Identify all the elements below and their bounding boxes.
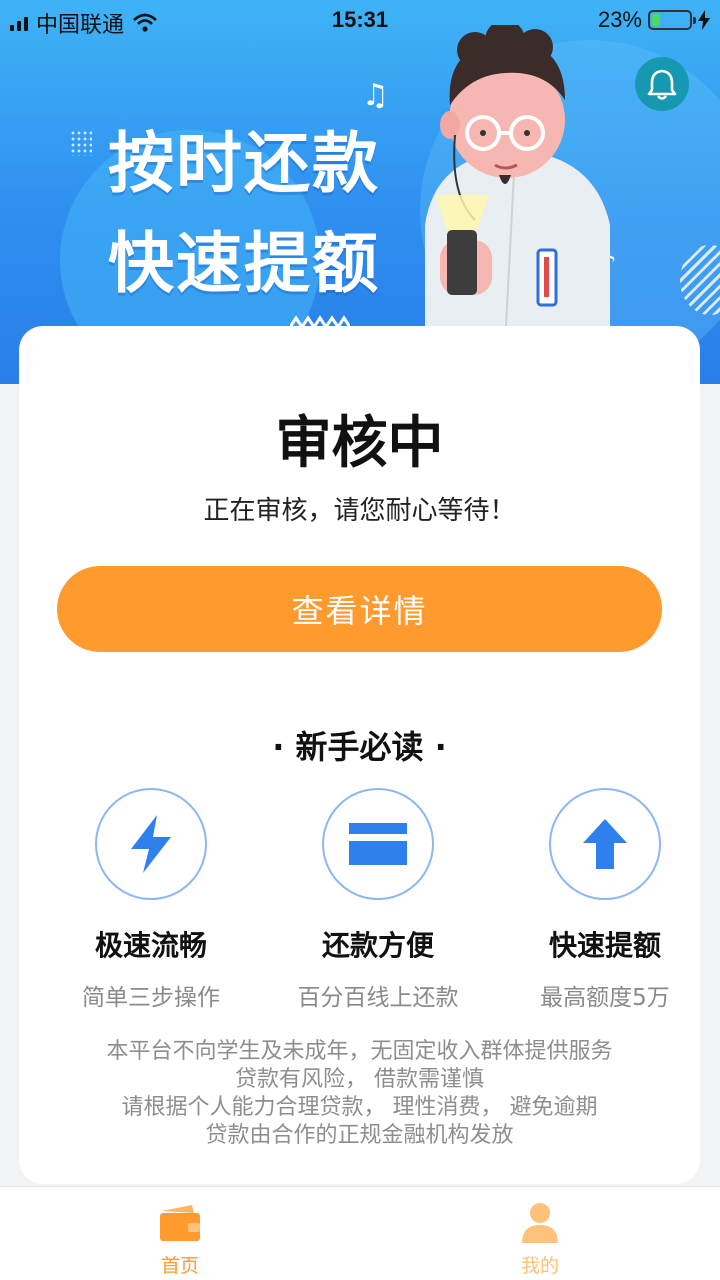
feature-icon-circle: [322, 788, 434, 900]
banner-dot-pattern: [70, 130, 92, 156]
music-note-icon: ♫: [362, 78, 389, 113]
view-details-button[interactable]: 查看详情: [57, 566, 662, 652]
wallet-icon: [160, 1205, 200, 1241]
review-status-title: 审核中: [275, 411, 444, 476]
feature-title: 极速流畅: [94, 929, 207, 962]
disclaimer-line: 本平台不向学生及未成年，无固定收入群体提供服务: [106, 1039, 613, 1064]
carrier-label: 中国联通: [36, 12, 125, 37]
review-status-subtitle: 正在审核，请您耐心等待！: [203, 496, 516, 526]
tab-mine-label: 我的: [520, 1255, 559, 1277]
tab-home-label: 首页: [160, 1255, 199, 1277]
signal-icon: [10, 15, 28, 31]
feature-desc: 百分百线上还款: [297, 985, 459, 1011]
feature-desc: 简单三步操作: [82, 985, 220, 1011]
feature-title: 还款方便: [321, 929, 434, 962]
banner-slogan-line1: 按时还款: [108, 125, 380, 202]
battery-fill: [652, 14, 661, 26]
doctor-illustration: [425, 25, 610, 345]
battery-icon: [648, 10, 696, 30]
notification-button[interactable]: [635, 57, 689, 111]
battery-percent: 23%: [597, 7, 642, 32]
lightning-icon: [131, 815, 171, 873]
disclaimer-line: 贷款由合作的正规金融机构发放: [205, 1123, 514, 1148]
bottom-tab-bar: 首页 我的: [0, 1186, 720, 1280]
review-status-card: 审核中 正在审核，请您耐心等待！ 查看详情 · 新手必读 · 极速流畅 简单三步…: [19, 326, 700, 1184]
feature-fast[interactable]: 极速流畅 简单三步操作: [51, 788, 251, 1012]
disclaimer-line: 请根据个人能力合理贷款， 理性消费， 避免逾期: [121, 1095, 598, 1120]
disclaimer-line: 贷款有风险， 借款需谨慎: [235, 1067, 484, 1092]
banner-slogan-line2: 快速提额: [108, 225, 380, 302]
newbie-guide-title: · 新手必读 ·: [272, 728, 447, 766]
user-icon: [522, 1203, 558, 1243]
card-icon: [349, 823, 407, 865]
risk-disclaimer: 本平台不向学生及未成年，无固定收入群体提供服务 贷款有风险， 借款需谨慎 请根据…: [19, 1038, 700, 1150]
bell-icon: [647, 69, 677, 100]
tab-home[interactable]: 首页: [100, 1187, 260, 1280]
tab-mine[interactable]: 我的: [460, 1187, 620, 1280]
feature-icon-circle: [95, 788, 207, 900]
feature-desc: 最高额度5万: [540, 985, 670, 1011]
wifi-icon: [133, 13, 157, 32]
feature-title: 快速提额: [548, 929, 661, 962]
arrow-up-icon: [583, 819, 627, 869]
feature-limit[interactable]: 快速提额 最高额度5万: [505, 788, 705, 1012]
feature-icon-circle: [549, 788, 661, 900]
feature-repay[interactable]: 还款方便 百分百线上还款: [278, 788, 478, 1012]
charging-bolt-icon: [698, 10, 710, 30]
status-bar: 中国联通 15:31 23%: [0, 0, 720, 40]
